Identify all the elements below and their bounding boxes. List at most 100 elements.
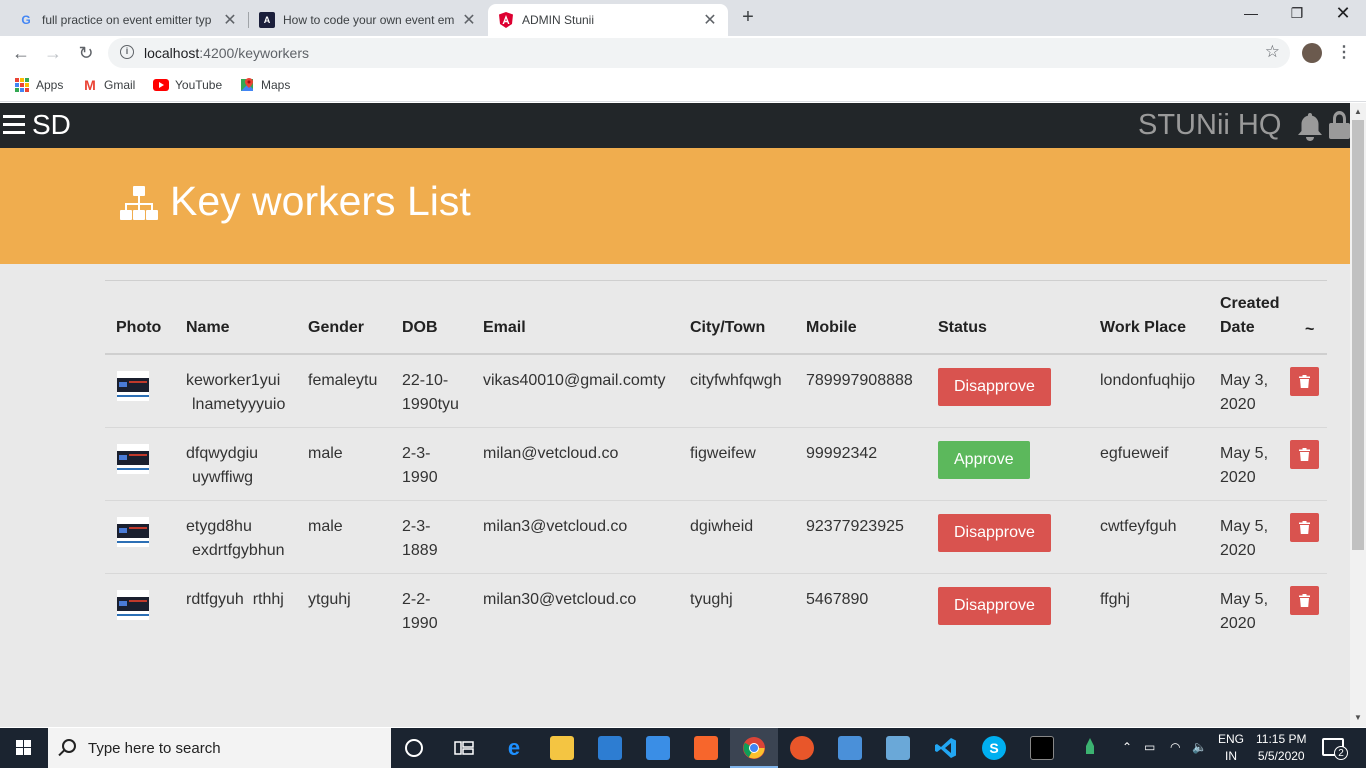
task-view-icon[interactable]: [452, 736, 476, 760]
header-photo: Photo: [116, 319, 162, 336]
bookmark-maps[interactable]: Maps: [239, 77, 290, 93]
address-bar[interactable]: i localhost:4200/keyworkers ☆: [108, 38, 1290, 68]
bell-icon[interactable]: [1296, 111, 1324, 141]
cell-city: cityfwhfqwgh: [690, 372, 782, 389]
postman-icon[interactable]: [790, 736, 814, 760]
worker-photo[interactable]: [117, 517, 149, 547]
header-status: Status: [938, 319, 987, 336]
forward-arrow-icon[interactable]: →: [41, 41, 65, 65]
table-row: etygd8hu exdrtfgybhun male 2-3- 1889 milan…: [105, 501, 1327, 574]
created-year: 2020: [1220, 469, 1256, 486]
dob-part2: 1889: [402, 542, 438, 559]
created-day: May 3,: [1220, 372, 1269, 389]
delete-button[interactable]: [1290, 513, 1319, 542]
url-text[interactable]: localhost:4200/keyworkers: [144, 45, 309, 61]
trash-icon: [1299, 521, 1310, 534]
header-gender: Gender: [308, 319, 365, 336]
page-scrollbar[interactable]: ▲ ▼: [1350, 103, 1366, 727]
created-day: May 5,: [1220, 518, 1269, 535]
scroll-down-arrow-icon[interactable]: ▼: [1354, 713, 1362, 722]
tray-chevron-icon[interactable]: ⌃: [1122, 740, 1132, 754]
mail-icon[interactable]: [646, 736, 670, 760]
table-top-divider: [105, 280, 1327, 281]
clock-date: 5/5/2020: [1257, 749, 1305, 763]
network-app-icon[interactable]: [886, 736, 910, 760]
skype-icon[interactable]: S: [982, 736, 1006, 760]
delete-button[interactable]: [1290, 440, 1319, 469]
sitemap-icon: [118, 184, 160, 224]
disapprove-button[interactable]: Disapprove: [938, 368, 1051, 406]
worker-photo[interactable]: [117, 590, 149, 620]
store-icon[interactable]: [598, 736, 622, 760]
minimize-icon[interactable]: —: [1228, 5, 1274, 21]
dob-part2: 1990tyu: [402, 396, 459, 413]
bookmark-apps[interactable]: Apps: [14, 77, 63, 93]
worker-photo[interactable]: [117, 371, 149, 401]
bookmark-youtube[interactable]: YouTube: [153, 77, 222, 93]
cell-mobile: 789997908888: [806, 372, 913, 389]
language-indicator[interactable]: ENG IN: [1218, 731, 1244, 765]
trash-icon: [1299, 594, 1310, 607]
disapprove-button[interactable]: Disapprove: [938, 514, 1051, 552]
menu-hamburger-icon[interactable]: [3, 115, 25, 135]
dob-part1: 2-2-: [402, 591, 431, 608]
browser-tab-1[interactable]: G full practice on event emitter typ ✕: [8, 4, 248, 36]
profile-avatar[interactable]: [1302, 43, 1322, 63]
cell-created: May 5, 2020: [1220, 515, 1268, 563]
scrollbar-thumb[interactable]: [1352, 120, 1364, 550]
header-city: City/Town: [690, 319, 766, 336]
new-tab-button[interactable]: +: [738, 6, 758, 29]
brand-logo-text[interactable]: SD: [32, 109, 71, 141]
file-explorer-icon[interactable]: [550, 736, 574, 760]
angular-icon: [498, 12, 514, 28]
table-row: rdtfgyuh rthhj ytguhj 2-2- 1990 milan30@v…: [105, 574, 1327, 647]
created-year: 2020: [1220, 396, 1256, 413]
windows-start-icon[interactable]: [0, 728, 48, 768]
tab-close-icon[interactable]: ✕: [702, 10, 718, 30]
restore-icon[interactable]: ❐: [1274, 5, 1320, 22]
window-close-icon[interactable]: ✕: [1320, 3, 1366, 24]
action-center-icon[interactable]: 2: [1322, 738, 1348, 760]
taskbar-search-box[interactable]: Type here to search: [48, 728, 391, 768]
approve-button[interactable]: Approve: [938, 441, 1030, 479]
site-info-icon[interactable]: i: [120, 45, 134, 59]
browser-menu-icon[interactable]: ⋮: [1336, 42, 1352, 62]
search-placeholder: Type here to search: [88, 740, 221, 757]
browser-tab-2[interactable]: A How to code your own event em ✕: [249, 4, 487, 36]
reload-icon[interactable]: ↻: [74, 41, 98, 65]
tab-close-icon[interactable]: ✕: [222, 10, 238, 30]
cell-workplace: londonfuqhijo: [1100, 372, 1196, 389]
volume-icon[interactable]: 🔈: [1192, 740, 1207, 754]
wifi-icon[interactable]: ◠: [1170, 740, 1180, 754]
bookmark-star-icon[interactable]: ☆: [1265, 42, 1280, 62]
header-actions: ~: [1305, 321, 1315, 338]
cortana-icon[interactable]: [405, 739, 423, 757]
taskbar-clock[interactable]: 11:15 PM 5/5/2020: [1256, 731, 1306, 765]
table-row: keworker1yui lnametyyyuio femaleytu 22-10…: [105, 355, 1327, 428]
cell-dob: 2-3- 1990: [402, 442, 438, 490]
scroll-up-arrow-icon[interactable]: ▲: [1354, 107, 1362, 116]
cell-email: vikas40010@gmail.comty: [483, 372, 666, 389]
bookmark-gmail[interactable]: M Gmail: [82, 77, 135, 93]
disapprove-button[interactable]: Disapprove: [938, 587, 1051, 625]
tab-close-icon[interactable]: ✕: [461, 10, 477, 30]
window-app-icon[interactable]: [838, 736, 862, 760]
terminal-icon[interactable]: [1030, 736, 1054, 760]
name-last: uywffiwg: [192, 469, 254, 486]
cell-mobile: 99992342: [806, 445, 878, 462]
delete-button[interactable]: [1290, 367, 1319, 396]
chrome-taskbar-active[interactable]: [730, 728, 778, 768]
robo3t-icon[interactable]: [1078, 736, 1102, 760]
edge-icon[interactable]: e: [502, 736, 526, 760]
vscode-icon[interactable]: [934, 736, 958, 760]
delete-button[interactable]: [1290, 586, 1319, 615]
cell-email: milan30@vetcloud.co: [483, 591, 637, 608]
battery-icon[interactable]: ▭: [1144, 740, 1155, 754]
worker-photo[interactable]: [117, 444, 149, 474]
cell-workplace: egfueweif: [1100, 445, 1169, 462]
tab-title: How to code your own event em: [283, 13, 455, 27]
back-arrow-icon[interactable]: ←: [9, 41, 33, 65]
lock-icon[interactable]: [1329, 111, 1350, 141]
browser-tab-3-active[interactable]: ADMIN Stunii ✕: [488, 4, 728, 36]
xampp-icon[interactable]: [694, 736, 718, 760]
